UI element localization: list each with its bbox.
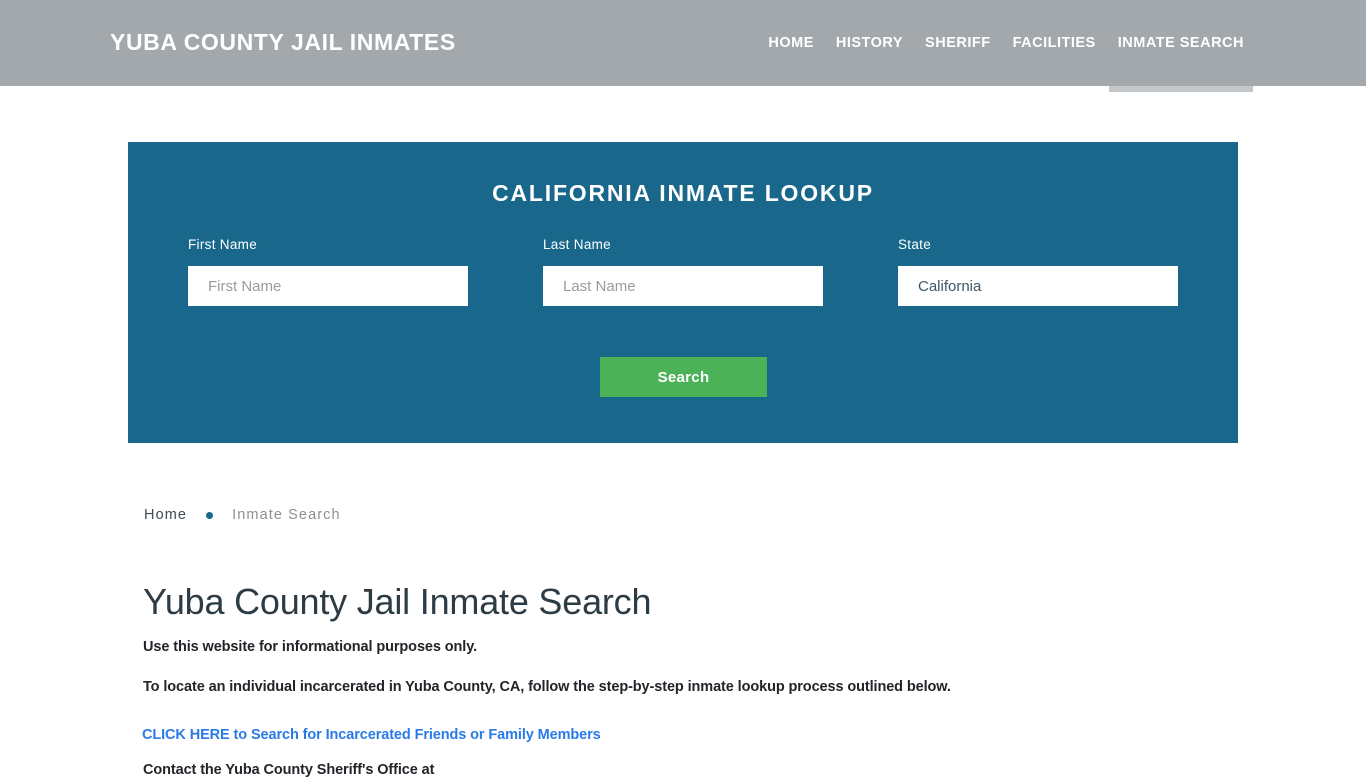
breadcrumb-separator-dot-icon [206, 511, 214, 519]
intro-paragraph-2: To locate an individual incarcerated in … [143, 679, 951, 695]
search-button[interactable]: Search [600, 357, 767, 397]
inmate-lookup-panel: CALIFORNIA INMATE LOOKUP First Name Last… [128, 142, 1238, 443]
nav-item-sheriff[interactable]: SHERIFF [914, 32, 1002, 54]
nav-item-facilities[interactable]: FACILITIES [1002, 32, 1107, 54]
breadcrumb: Home Inmate Search [144, 507, 341, 523]
nav-item-home[interactable]: HOME [757, 32, 825, 54]
site-title[interactable]: YUBA COUNTY JAIL INMATES [110, 29, 456, 56]
breadcrumb-item-current: Inmate Search [232, 507, 341, 523]
last-name-field-group: Last Name [543, 237, 823, 306]
first-name-label: First Name [188, 237, 258, 252]
nav-item-history[interactable]: HISTORY [825, 32, 914, 54]
first-name-field-group: First Name [188, 237, 468, 306]
page-title: Yuba County Jail Inmate Search [143, 581, 652, 622]
main-navigation: HOME HISTORY SHERIFF FACILITIES INMATE S… [757, 32, 1255, 92]
state-field-group: State [898, 237, 1178, 306]
lookup-panel-title: CALIFORNIA INMATE LOOKUP [492, 180, 874, 206]
intro-paragraph-1: Use this website for informational purpo… [143, 639, 478, 655]
breadcrumb-item-home[interactable]: Home [144, 507, 187, 523]
first-name-input[interactable] [188, 266, 468, 306]
search-friends-family-link[interactable]: CLICK HERE to Search for Incarcerated Fr… [142, 727, 601, 743]
site-header: YUBA COUNTY JAIL INMATES HOME HISTORY SH… [0, 0, 1366, 92]
nav-item-inmate-search[interactable]: INMATE SEARCH [1107, 32, 1255, 92]
last-name-label: Last Name [543, 237, 611, 252]
intro-paragraph-3: Contact the Yuba County Sheriff's Office… [143, 762, 435, 778]
state-input[interactable] [898, 266, 1178, 306]
state-label: State [898, 237, 932, 252]
last-name-input[interactable] [543, 266, 823, 306]
